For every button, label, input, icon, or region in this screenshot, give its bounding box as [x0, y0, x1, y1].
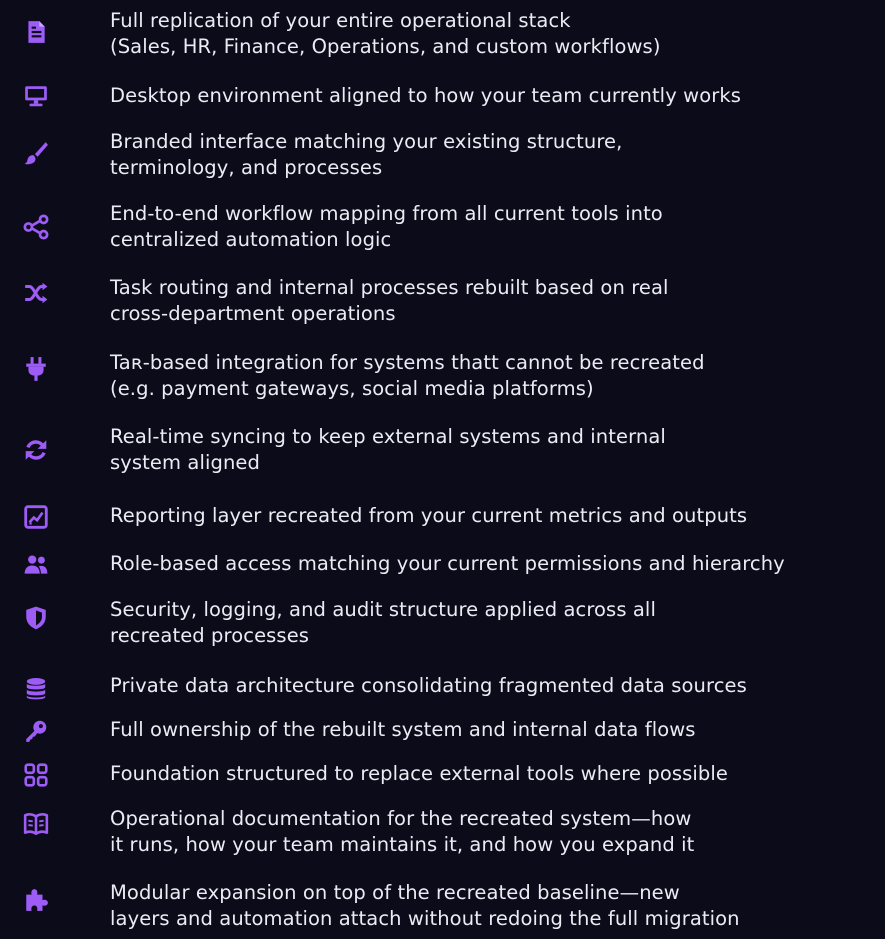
feature-line: Foundation structured to replace externa…	[110, 762, 728, 785]
feature-text: Task routing and internal processes rebu…	[110, 275, 880, 327]
feature-line: system aligned	[110, 451, 260, 474]
feature-line: Role-based access matching your current …	[110, 552, 785, 575]
feature-line: Private data architecture consolidating …	[110, 674, 747, 697]
share-nodes-icon	[22, 213, 50, 241]
feature-text: Branded interface matching your existing…	[110, 129, 880, 181]
feature-line: (Sales, HR, Finance, Operations, and cus…	[110, 35, 661, 58]
puzzle-piece-icon	[22, 886, 50, 914]
sync-icon	[22, 436, 50, 464]
feature-text: Modular expansion on top of the recreate…	[110, 880, 880, 932]
feature-text: Full ownership of the rebuilt system and…	[110, 717, 880, 743]
feature-line: recreated processes	[110, 624, 310, 647]
feature-text: Desktop environment aligned to how your …	[110, 83, 880, 109]
chart-report-icon	[22, 503, 50, 531]
feature-text: Taʀ-based integration for systems thatt …	[110, 350, 880, 402]
desktop-monitor-icon	[22, 82, 50, 110]
shield-icon	[22, 604, 50, 632]
book-open-icon	[22, 810, 50, 838]
feature-text: Private data architecture consolidating …	[110, 673, 880, 699]
feature-line: Modular expansion on top of the recreate…	[110, 881, 680, 904]
feature-line: End-to-end workflow mapping from all cur…	[110, 202, 663, 225]
feature-text: Real-time syncing to keep external syste…	[110, 424, 880, 476]
feature-line: Taʀ-based integration for systems thatt …	[110, 351, 705, 374]
feature-line: Task routing and internal processes rebu…	[110, 276, 669, 299]
feature-line: Security, logging, and audit structure a…	[110, 598, 656, 621]
feature-line: (e.g. payment gateways, social media pla…	[110, 377, 594, 400]
feature-text: Foundation structured to replace externa…	[110, 761, 880, 787]
feature-line: Desktop environment aligned to how your …	[110, 84, 741, 107]
feature-line: Operational documentation for the recrea…	[110, 807, 692, 830]
database-icon	[22, 675, 50, 703]
key-icon	[22, 717, 50, 745]
grid-apps-icon	[22, 761, 50, 789]
feature-line: Full replication of your entire operatio…	[110, 9, 571, 32]
feature-line: it runs, how your team maintains it, and…	[110, 833, 695, 856]
shuffle-icon	[22, 279, 50, 307]
feature-line: layers and automation attach without red…	[110, 907, 740, 930]
feature-text: Full replication of your entire operatio…	[110, 8, 880, 60]
feature-text: Security, logging, and audit structure a…	[110, 597, 880, 649]
plug-icon	[22, 355, 50, 383]
users-icon	[22, 551, 50, 579]
paint-brush-icon	[22, 139, 50, 167]
feature-line: terminology, and processes	[110, 156, 383, 179]
feature-line: Reporting layer recreated from your curr…	[110, 504, 748, 527]
feature-line: Branded interface matching your existing…	[110, 130, 623, 153]
feature-text: Reporting layer recreated from your curr…	[110, 503, 880, 529]
feature-line: Real-time syncing to keep external syste…	[110, 425, 666, 448]
feature-line: centralized automation logic	[110, 228, 392, 251]
feature-line: Full ownership of the rebuilt system and…	[110, 718, 696, 741]
document-icon	[22, 18, 50, 46]
feature-line: cross-department operations	[110, 302, 396, 325]
feature-text: End-to-end workflow mapping from all cur…	[110, 201, 880, 253]
feature-list: Full replication of your entire operatio…	[0, 0, 885, 939]
feature-text: Role-based access matching your current …	[110, 551, 880, 577]
feature-text: Operational documentation for the recrea…	[110, 806, 880, 858]
